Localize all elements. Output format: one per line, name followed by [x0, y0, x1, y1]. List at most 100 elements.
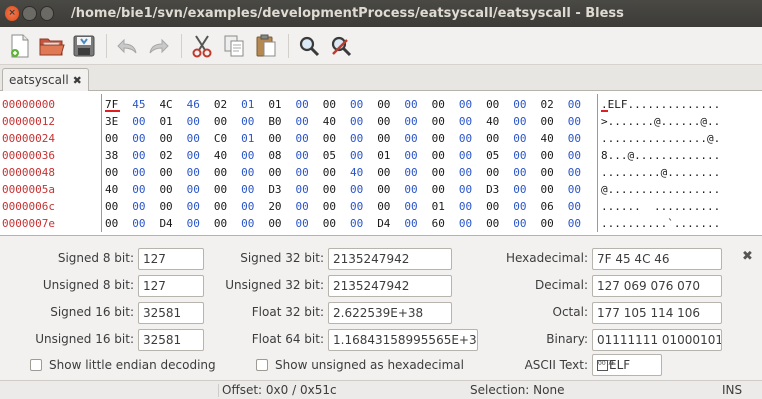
hex-byte[interactable]: 00 — [459, 181, 486, 198]
status-insert-mode[interactable]: INS — [722, 383, 742, 397]
copy-button[interactable] — [220, 32, 248, 60]
hex-byte[interactable]: C0 — [214, 130, 241, 147]
hex-byte[interactable]: 00 — [350, 147, 377, 164]
hex-byte[interactable]: 00 — [268, 130, 295, 147]
hex-byte[interactable]: 01 — [268, 96, 295, 113]
ascii-row[interactable]: ...... .......... — [601, 198, 761, 215]
hex-byte[interactable]: 00 — [404, 147, 431, 164]
float-64-field[interactable]: 1.16843158995565E+305 — [328, 329, 478, 351]
decimal-field[interactable]: 127 069 076 070 — [592, 275, 722, 297]
ascii-text-field[interactable]: 00 7FELF — [592, 354, 662, 376]
ascii-row[interactable]: 8...@............. — [601, 147, 761, 164]
hex-byte[interactable]: 00 — [132, 130, 159, 147]
hex-byte[interactable]: 01 — [241, 130, 268, 147]
hex-byte[interactable]: 00 — [404, 215, 431, 232]
maximize-window-button[interactable] — [39, 6, 54, 21]
hex-byte[interactable]: 01 — [159, 113, 186, 130]
hex-byte[interactable]: 00 — [513, 96, 540, 113]
hex-byte[interactable]: 00 — [541, 113, 568, 130]
hex-byte[interactable]: 00 — [377, 96, 404, 113]
hex-byte[interactable]: D3 — [486, 181, 513, 198]
hex-byte[interactable]: 00 — [513, 164, 540, 181]
hex-byte[interactable]: 00 — [513, 130, 540, 147]
ascii-row[interactable]: >.......@......@.. — [601, 113, 761, 130]
hex-byte[interactable]: 00 — [159, 181, 186, 198]
hex-byte[interactable]: 00 — [404, 164, 431, 181]
hex-byte[interactable]: 00 — [323, 181, 350, 198]
hex-byte[interactable]: 00 — [214, 113, 241, 130]
hex-byte[interactable]: 38 — [105, 147, 132, 164]
status-offset[interactable]: Offset: 0x0 / 0x51c — [222, 383, 337, 397]
hex-byte[interactable]: 00 — [350, 113, 377, 130]
hex-byte[interactable]: 3E — [105, 113, 132, 130]
hex-byte[interactable]: 00 — [241, 215, 268, 232]
hex-byte[interactable]: 00 — [214, 198, 241, 215]
undo-button[interactable] — [113, 32, 141, 60]
hex-byte[interactable]: 00 — [459, 215, 486, 232]
hex-byte[interactable]: 00 — [350, 130, 377, 147]
hex-byte[interactable]: 40 — [323, 113, 350, 130]
hex-byte[interactable]: 00 — [350, 198, 377, 215]
hex-byte[interactable]: 00 — [159, 130, 186, 147]
hex-byte[interactable]: 00 — [432, 130, 459, 147]
hex-byte[interactable]: 60 — [432, 215, 459, 232]
find-replace-button[interactable] — [327, 32, 355, 60]
hex-byte[interactable]: 00 — [187, 215, 214, 232]
hex-byte[interactable]: 00 — [132, 181, 159, 198]
hex-byte[interactable]: 00 — [105, 198, 132, 215]
hex-byte[interactable]: 00 — [214, 164, 241, 181]
tab-eatsyscall[interactable]: eatsyscall ✖ — [2, 68, 89, 91]
hex-byte[interactable]: 00 — [241, 147, 268, 164]
hex-byte[interactable]: 00 — [568, 181, 595, 198]
hex-byte[interactable]: 02 — [541, 96, 568, 113]
unsigned-16-field[interactable]: 32581 — [138, 329, 204, 351]
hex-byte[interactable]: 00 — [404, 130, 431, 147]
hex-byte[interactable]: 46 — [187, 96, 214, 113]
hex-byte[interactable]: 00 — [568, 215, 595, 232]
hex-byte[interactable]: 00 — [404, 198, 431, 215]
little-endian-checkbox[interactable]: Show little endian decoding — [30, 358, 216, 372]
hex-byte[interactable]: 00 — [132, 147, 159, 164]
hex-byte[interactable]: 00 — [323, 96, 350, 113]
hex-byte[interactable]: 00 — [486, 215, 513, 232]
hex-byte[interactable]: 00 — [513, 215, 540, 232]
hex-byte[interactable]: 00 — [241, 113, 268, 130]
hex-byte[interactable]: 00 — [296, 130, 323, 147]
hex-byte[interactable]: 00 — [132, 215, 159, 232]
hex-byte[interactable]: 00 — [296, 96, 323, 113]
hex-byte[interactable]: 00 — [404, 113, 431, 130]
hex-byte[interactable]: 00 — [459, 164, 486, 181]
tab-close-icon[interactable]: ✖ — [73, 74, 82, 87]
hex-byte[interactable]: 00 — [459, 113, 486, 130]
hex-byte[interactable]: 00 — [377, 130, 404, 147]
hex-byte[interactable]: 00 — [132, 113, 159, 130]
hex-byte[interactable]: 05 — [323, 147, 350, 164]
save-button[interactable] — [70, 32, 98, 60]
hex-byte[interactable]: 00 — [513, 198, 540, 215]
hex-byte[interactable]: 00 — [187, 164, 214, 181]
hex-byte[interactable]: 00 — [568, 96, 595, 113]
hex-byte[interactable]: 00 — [459, 130, 486, 147]
hex-byte[interactable]: 00 — [323, 198, 350, 215]
hex-byte[interactable]: 00 — [296, 113, 323, 130]
hex-byte[interactable]: 00 — [541, 215, 568, 232]
hex-byte[interactable]: 00 — [513, 113, 540, 130]
new-file-button[interactable] — [6, 32, 34, 60]
status-selection[interactable]: Selection: None — [470, 383, 564, 397]
hex-byte[interactable]: 00 — [568, 113, 595, 130]
hex-byte[interactable]: 00 — [432, 181, 459, 198]
close-panel-icon[interactable]: ✖ — [742, 249, 753, 264]
hex-byte[interactable]: 00 — [568, 130, 595, 147]
hex-byte[interactable]: B0 — [268, 113, 295, 130]
ascii-area[interactable]: .ELF.............. >.......@......@......… — [601, 96, 761, 232]
ascii-row[interactable]: .........@........ — [601, 164, 761, 181]
hex-byte[interactable]: 00 — [350, 96, 377, 113]
hex-byte[interactable]: 40 — [541, 130, 568, 147]
ascii-row[interactable]: ................@. — [601, 130, 761, 147]
hex-byte[interactable]: 00 — [105, 130, 132, 147]
hex-byte[interactable]: 00 — [187, 198, 214, 215]
hex-byte[interactable]: 01 — [241, 96, 268, 113]
hex-byte[interactable]: 00 — [377, 181, 404, 198]
hex-byte[interactable]: 02 — [214, 96, 241, 113]
hex-byte[interactable]: 00 — [187, 113, 214, 130]
